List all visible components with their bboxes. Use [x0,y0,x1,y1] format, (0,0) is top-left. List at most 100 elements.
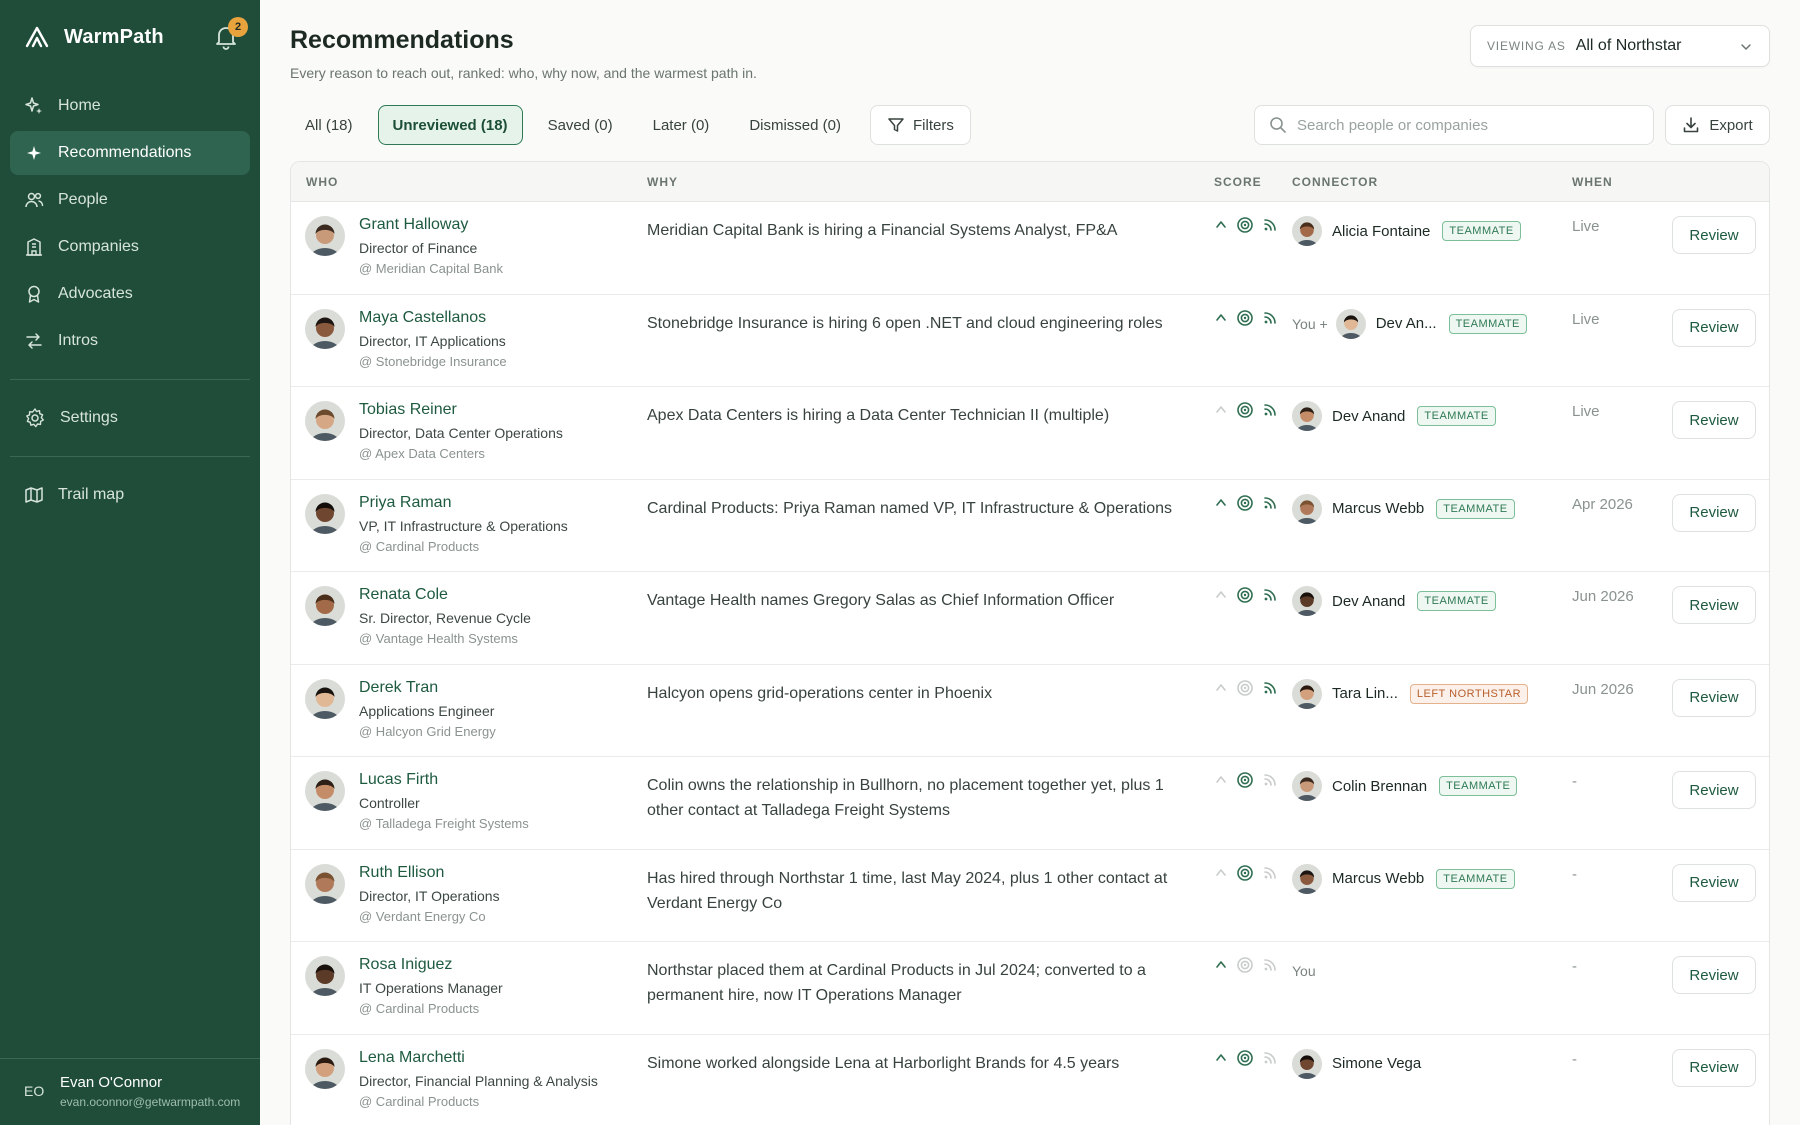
connector-badge: TEAMMATE [1442,221,1521,241]
person-company: @ Meridian Capital Bank [359,261,503,276]
person-name-link[interactable]: Derek Tran [359,679,438,697]
seniority-chevron-icon [1214,218,1228,232]
person-name-link[interactable]: Lena Marchetti [359,1049,465,1067]
export-label: Export [1709,116,1753,134]
review-button[interactable]: Review [1672,956,1756,994]
person-name-link[interactable]: Priya Raman [359,494,451,512]
connector-name[interactable]: Dev Anand [1332,408,1405,425]
person-name-link[interactable]: Renata Cole [359,586,448,604]
score-signals [1214,309,1278,327]
connector-avatar [1292,586,1322,616]
person-company: @ Vantage Health Systems [359,631,518,646]
person-name-link[interactable]: Tobias Reiner [359,401,457,419]
table-row: Maya Castellanos Director, IT Application… [291,295,1769,387]
table-row: Rosa Iniguez IT Operations Manager @ Cardi… [291,942,1769,1035]
review-button[interactable]: Review [1672,863,1756,902]
person-name-link[interactable]: Grant Halloway [359,216,468,234]
viewing-as-dropdown[interactable]: VIEWING AS All of Northstar [1470,25,1770,67]
building-icon [26,238,42,256]
sidebar: WarmPath 2 Home Recommendations People C… [0,0,260,1125]
person-title: Director, Financial Planning & Analysis [359,1072,598,1089]
person-title: Director, IT Applications [359,332,506,349]
chevron-down-icon [1741,44,1751,51]
notification-count-badge: 2 [228,17,248,37]
connector: Marcus Webb TEAMMATE [1292,863,1515,894]
connector-name[interactable]: Dev An... [1376,315,1437,332]
tab-saved[interactable]: Saved (0) [533,105,628,145]
connector-badge: LEFT NORTHSTAR [1409,683,1529,704]
brand[interactable]: WarmPath [24,22,164,52]
score-signals [1214,216,1278,234]
reason-text: Cardinal Products: Priya Raman named VP,… [647,499,1172,517]
review-button[interactable]: Review [1672,678,1756,717]
review-button[interactable]: Review [1672,586,1756,624]
person-title: IT Operations Manager [359,980,503,996]
person-name-link[interactable]: Rosa Iniguez [359,956,452,974]
connector-name[interactable]: Alicia Fontaine [1332,223,1430,240]
connector-badge: TEAMMATE [1448,313,1527,334]
review-button[interactable]: Review [1672,493,1756,532]
person-title: Applications Engineer [359,702,495,719]
export-button[interactable]: Export [1665,105,1770,145]
sidebar-item-recommendations[interactable]: Recommendations [10,131,250,175]
sidebar-item-intros[interactable]: Intros [10,319,250,363]
user-profile[interactable]: EO Evan O'Connor evan.oconnor@getwarmpat… [0,1058,260,1125]
avatar [305,678,345,719]
column-when: WHEN [1572,175,1613,189]
connector-avatar [1292,771,1322,801]
sidebar-item-companies[interactable]: Companies [10,225,250,269]
review-button[interactable]: Review [1672,401,1756,439]
review-button[interactable]: Review [1672,1048,1756,1087]
person-name-link[interactable]: Ruth Ellison [359,864,444,882]
connector-avatar [1292,401,1322,431]
reason-text: Northstar placed them at Cardinal Produc… [647,962,1146,1004]
review-button[interactable]: Review [1672,308,1756,347]
sidebar-item-label: Intros [58,332,99,349]
reason-text: Vantage Health names Gregory Salas as Ch… [647,592,1115,609]
tab-unreviewed[interactable]: Unreviewed (18) [377,105,523,145]
avatar [305,401,345,441]
recommendations-table: WHO WHY SCORE CONNECTOR WHEN Grant Hallo… [290,161,1770,1125]
sidebar-item-settings[interactable]: Settings [10,396,250,440]
reason-text: Meridian Capital Bank is hiring a Financ… [647,222,1118,239]
seniority-chevron-icon [1214,1051,1228,1065]
sidebar-item-home[interactable]: Home [10,84,250,128]
connector: Colin Brennan TEAMMATE [1292,771,1518,801]
sidebar-item-trail-map[interactable]: Trail map [10,473,250,517]
search-icon [1270,117,1286,133]
connector-name[interactable]: Dev Anand [1332,593,1405,610]
sidebar-item-people[interactable]: People [10,178,250,222]
review-button[interactable]: Review [1672,216,1756,254]
connector: You + Dev An... TEAMMATE [1292,308,1527,339]
score-signals [1214,864,1278,882]
connector: Simone Vega [1292,1048,1421,1079]
connector-name[interactable]: Marcus Webb [1332,500,1424,517]
review-button[interactable]: Review [1672,771,1756,809]
connector: You [1292,956,1316,986]
table-header: WHO WHY SCORE CONNECTOR WHEN [291,162,1769,202]
connector-name[interactable]: Simone Vega [1332,1055,1421,1072]
person-name-link[interactable]: Lucas Firth [359,771,438,789]
tab-all[interactable]: All (18) [290,105,368,145]
connector-avatar [1292,678,1322,709]
search-input[interactable] [1297,116,1637,134]
table-row: Priya Raman VP, IT Infrastructure & Opera… [291,480,1769,572]
connector-name[interactable]: Tara Lin... [1332,685,1398,702]
person-company: @ Cardinal Products [359,1093,480,1109]
tab-later[interactable]: Later (0) [638,105,725,145]
connector-name[interactable]: Colin Brennan [1332,778,1427,795]
connector-name[interactable]: Marcus Webb [1332,870,1424,887]
connector: Dev Anand TEAMMATE [1292,586,1496,616]
table-row: Grant Halloway Director of Finance @ Merid… [291,202,1769,295]
sparkle-icon [27,146,41,160]
filters-button[interactable]: Filters [870,105,971,145]
funnel-icon [888,118,904,132]
target-icon [1236,216,1254,234]
avatar [305,308,345,349]
nav-divider [10,379,250,380]
person-name-link[interactable]: Maya Castellanos [359,309,486,327]
connector-badge: TEAMMATE [1436,498,1515,519]
sidebar-item-advocates[interactable]: Advocates [10,272,250,316]
target-icon [1236,864,1254,882]
tab-dismissed[interactable]: Dismissed (0) [734,105,856,145]
